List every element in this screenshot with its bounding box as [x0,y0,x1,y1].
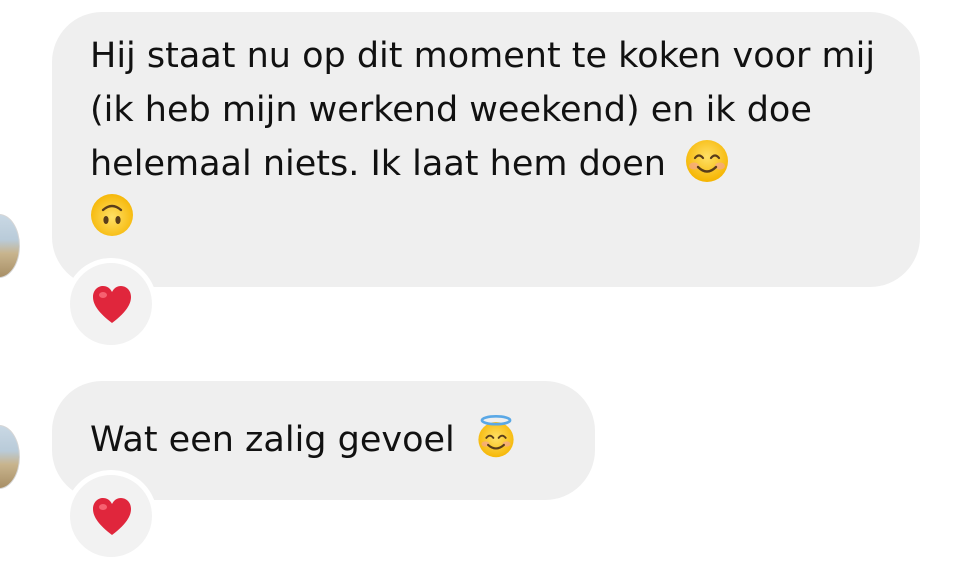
reaction-badge[interactable] [65,470,157,562]
sender-avatar[interactable] [0,214,20,278]
smiling-face-emoji-icon [685,139,729,183]
red-heart-icon [91,497,133,537]
smiling-face-with-halo-emoji-icon [474,415,518,459]
upside-down-face-emoji-icon [90,193,134,237]
message-text: Hij staat nu op dit moment te koken voor… [90,36,887,184]
reaction-badge[interactable] [65,258,157,350]
red-heart-icon [91,285,133,325]
message-bubble[interactable]: Hij staat nu op dit moment te koken voor… [52,12,920,287]
message-text: Wat een zalig gevoel [90,420,466,460]
chat-thread: Hij staat nu op dit moment te koken voor… [0,0,965,581]
sender-avatar[interactable] [0,425,20,489]
